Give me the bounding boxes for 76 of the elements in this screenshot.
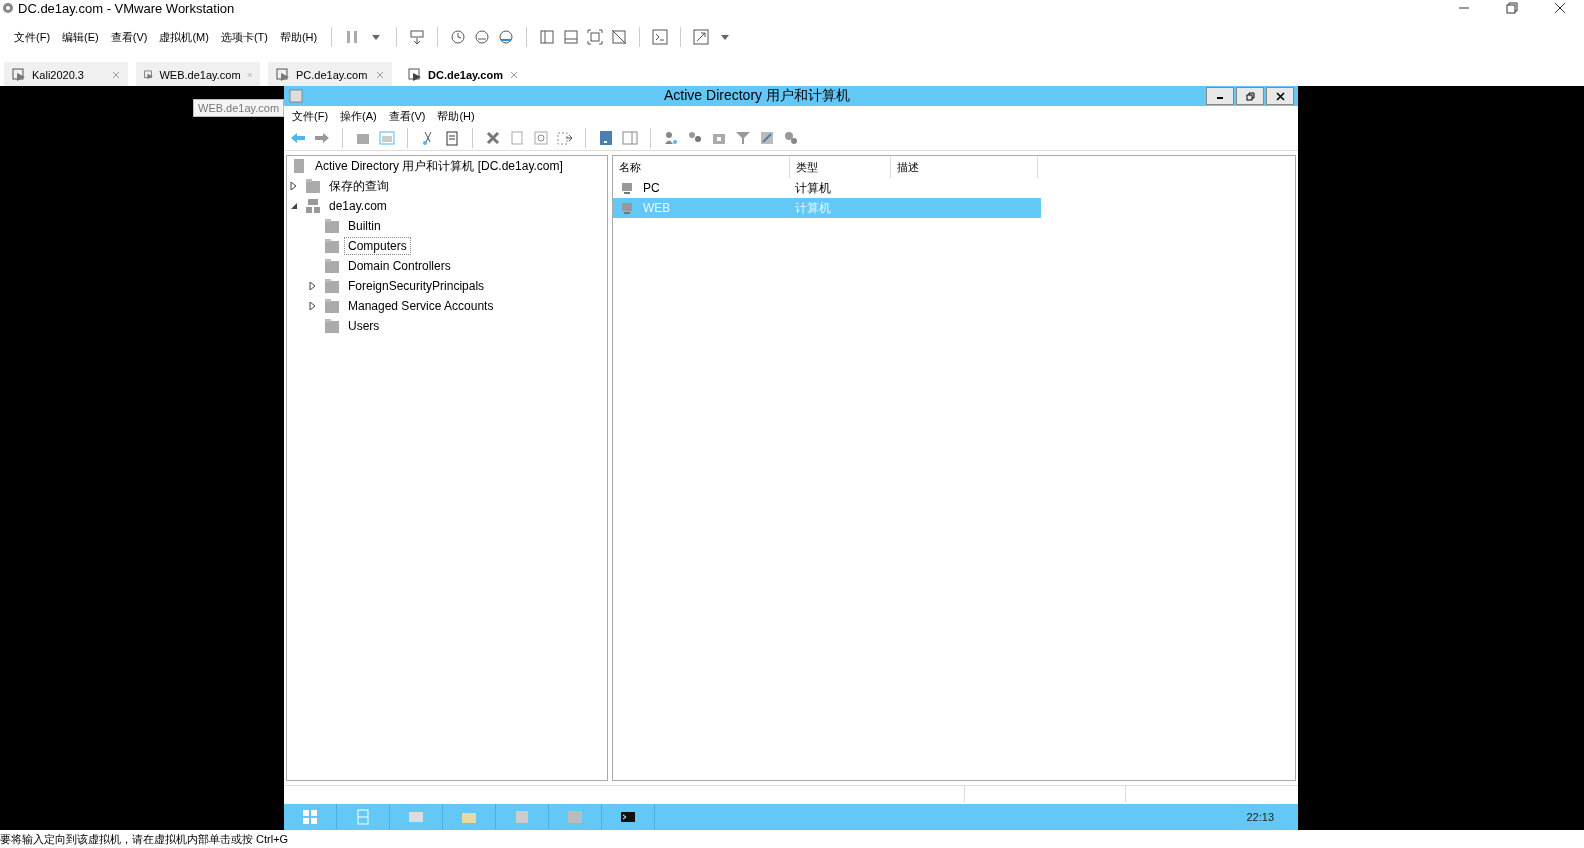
window-title: Active Directory 用户和计算机 (663, 87, 851, 105)
table-cell-text: 计算机 (794, 199, 832, 217)
table-cell-text: 计算机 (794, 179, 832, 197)
console-root-icon[interactable] (291, 158, 307, 174)
menu-item[interactable]: 文件(F) (8, 29, 57, 45)
vm-icon (144, 68, 154, 82)
restore-icon (1245, 91, 1255, 101)
menu-item[interactable]: 查看(V) (104, 29, 154, 45)
tree-item[interactable]: Builtin (344, 217, 385, 235)
folder-icon[interactable] (324, 238, 340, 254)
vm-tab[interactable]: Kali2020.3 (4, 62, 128, 88)
folder-icon[interactable] (324, 218, 340, 234)
restore-icon[interactable] (1504, 0, 1520, 16)
send-keys-icon[interactable] (409, 29, 426, 45)
vm-tab[interactable]: WEB.de1ay.com (136, 62, 260, 88)
menu-item[interactable]: 操作(A) (334, 108, 383, 124)
menu-item[interactable]: 帮助(H) (431, 108, 481, 124)
column-header[interactable]: 名称 (613, 156, 790, 178)
menu-item[interactable]: 帮助(H) (273, 29, 324, 45)
close-icon (1275, 91, 1285, 101)
restore-button[interactable] (1236, 87, 1264, 105)
export-icon[interactable] (557, 130, 573, 146)
filter-icon[interactable] (735, 130, 751, 146)
folder-icon[interactable] (305, 178, 321, 194)
expand-arrow-icon[interactable] (309, 302, 317, 310)
tree-item[interactable]: Computers (344, 237, 411, 255)
new-user-icon[interactable] (663, 130, 679, 146)
tree-item[interactable]: ForeignSecurityPrincipals (344, 277, 489, 295)
help-icon[interactable] (598, 130, 614, 146)
clock: 22:13 (1246, 811, 1274, 823)
expand-arrow-icon[interactable] (290, 182, 298, 190)
vm-tab[interactable]: PC.de1ay.com (268, 62, 392, 88)
column-header[interactable]: 类型 (790, 156, 891, 178)
tooltip: WEB.de1ay.com (193, 99, 285, 117)
back-arrow-icon[interactable] (290, 130, 306, 146)
list-row[interactable]: PC 计算机 (613, 178, 1041, 198)
tree-item[interactable]: 保存的查询 (325, 175, 393, 197)
minimize-button[interactable] (1206, 87, 1234, 105)
tree-item[interactable]: de1ay.com (325, 197, 391, 215)
folder-icon[interactable] (324, 278, 340, 294)
expand-arrow-icon[interactable] (309, 282, 317, 290)
status-text: 要将输入定向到该虚拟机，请在虚拟机内部单击或按 Ctrl+G (0, 831, 289, 847)
close-icon[interactable] (1552, 0, 1568, 16)
sidebar-view-icon[interactable] (539, 29, 556, 45)
menu-item[interactable]: 选项卡(T) (214, 29, 274, 45)
tree-item[interactable]: Users (344, 317, 384, 335)
tree-item[interactable]: Domain Controllers (344, 257, 455, 275)
vm-icon (12, 68, 26, 82)
delete-icon[interactable] (485, 130, 501, 146)
tree-item[interactable]: Active Directory 用户和计算机 [DC.de1ay.com] (311, 156, 567, 177)
clipboard-icon[interactable] (444, 130, 460, 146)
collapse-arrow-icon[interactable] (290, 202, 298, 210)
table-cell: PC (643, 181, 660, 195)
folder-icon[interactable] (324, 258, 340, 274)
fit-screen-icon[interactable] (587, 29, 604, 45)
domain-icon[interactable] (305, 198, 321, 214)
folder-icon[interactable] (324, 318, 340, 334)
column-header[interactable]: 描述 (891, 156, 1038, 178)
menu-item[interactable]: 文件(F) (286, 108, 335, 124)
forward-arrow-icon[interactable] (314, 130, 330, 146)
start-icon[interactable] (302, 809, 318, 825)
cmd-icon[interactable] (620, 809, 636, 825)
menu-item[interactable]: 编辑(E) (56, 29, 105, 45)
menu-item[interactable]: 虚拟机(M) (153, 29, 215, 45)
action-pane-icon[interactable] (622, 130, 638, 146)
menu-item[interactable]: 查看(V) (382, 108, 432, 124)
tree-item[interactable]: Managed Service Accounts (344, 297, 498, 315)
vm-icon (276, 68, 290, 82)
no-stretch-icon[interactable] (611, 29, 628, 45)
window-title: DC.de1ay.com - VMware Workstation (18, 0, 235, 16)
table-cell: WEB (643, 201, 671, 215)
vm-icon (408, 68, 422, 82)
folder-icon[interactable] (324, 298, 340, 314)
fullscreen-icon[interactable] (693, 29, 710, 45)
close-button[interactable] (1266, 87, 1294, 105)
bottom-panel-icon[interactable] (563, 29, 580, 45)
